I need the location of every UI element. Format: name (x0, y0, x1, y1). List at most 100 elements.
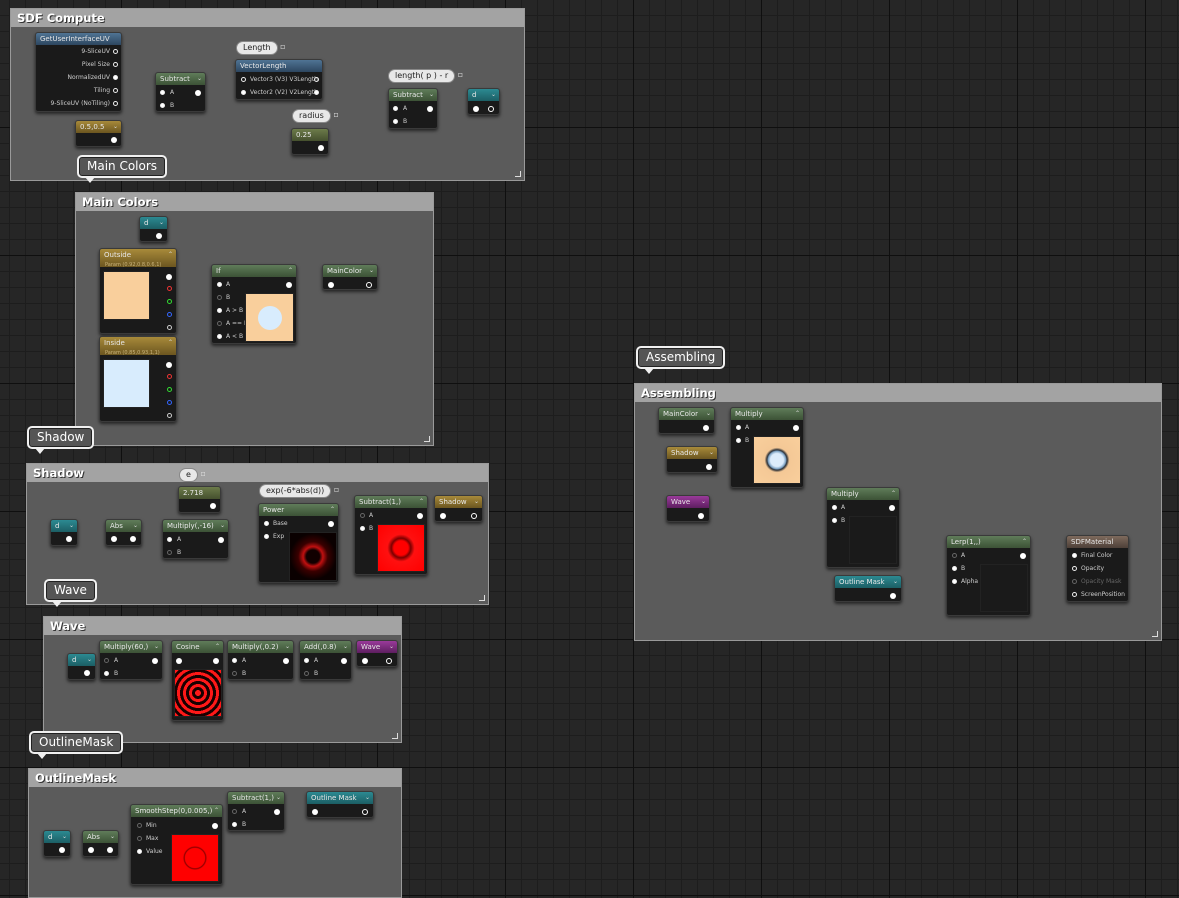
input-pin-base[interactable] (264, 521, 269, 526)
output-pin[interactable] (113, 49, 118, 54)
input-pin-exp[interactable] (264, 534, 269, 539)
node-get-user-interface-uv[interactable]: GetUserInterfaceUV 9-SliceUV Pixel Size … (35, 32, 122, 112)
node-smoothstep[interactable]: SmoothStep(0,0.005,) ⌃ Min Max Value (130, 804, 223, 885)
output-pin[interactable] (1020, 553, 1026, 559)
node-abs[interactable]: Abs ⌄ (105, 519, 142, 546)
output-pin-a[interactable] (167, 325, 172, 330)
input-pin-b[interactable] (232, 822, 237, 827)
node-abs[interactable]: Abs ⌄ (82, 830, 119, 857)
input-pin-b[interactable] (360, 526, 365, 531)
chevron-down-icon[interactable]: ⌄ (69, 520, 74, 532)
output-pin[interactable] (417, 513, 423, 519)
chevron-up-icon[interactable]: ⌃ (168, 249, 173, 261)
output-pin[interactable] (366, 282, 372, 288)
output-pin-r[interactable] (167, 374, 172, 379)
chevron-up-icon[interactable]: ⌃ (419, 496, 424, 508)
node-add[interactable]: Add(,0.8) ⌄ A B (299, 640, 352, 680)
input-pin-b[interactable] (952, 566, 957, 571)
input-pin[interactable] (111, 536, 117, 542)
chevron-down-icon[interactable]: ⌄ (474, 496, 479, 508)
chevron-up-icon[interactable]: ⌃ (168, 337, 173, 349)
node-named-reroute-shadow[interactable]: Shadow ⌄ (666, 446, 718, 473)
node-multiply-02[interactable]: Multiply(,0.2) ⌄ A B (227, 640, 294, 680)
input-pin-a[interactable] (952, 553, 957, 558)
output-pin-b[interactable] (167, 400, 172, 405)
input-pin-b[interactable] (832, 518, 837, 523)
output-pin-b[interactable] (167, 312, 172, 317)
input-pin-b[interactable] (304, 671, 309, 676)
chevron-up-icon[interactable]: ⌃ (214, 805, 219, 817)
output-pin[interactable] (210, 503, 216, 509)
output-pin[interactable] (283, 658, 289, 664)
resize-handle[interactable] (515, 171, 521, 177)
output-pin-a[interactable] (167, 413, 172, 418)
input-pin-screen-position[interactable] (1072, 592, 1077, 597)
output-pin[interactable] (427, 106, 433, 112)
node-named-reroute-d[interactable]: d ⌄ (139, 216, 168, 242)
output-pin[interactable] (213, 658, 219, 664)
chevron-down-icon[interactable]: ⌄ (110, 831, 115, 843)
output-pin[interactable] (318, 145, 324, 151)
input-pin-a[interactable] (167, 537, 172, 542)
output-pin[interactable] (698, 513, 704, 519)
node-material-output[interactable]: SDFMaterial Final Color Opacity Opacity … (1066, 535, 1129, 602)
output-pin[interactable] (152, 658, 158, 664)
input-pin-a[interactable] (304, 658, 309, 663)
bubble-wave[interactable]: Wave (44, 579, 97, 607)
chevron-down-icon[interactable]: ⌄ (365, 792, 370, 804)
node-named-reroute-d[interactable]: d ⌄ (43, 830, 71, 857)
input-pin-alpha[interactable] (952, 579, 957, 584)
node-subtract[interactable]: Subtract(1,) ⌄ A B (227, 791, 285, 831)
chevron-down-icon[interactable]: ⌄ (343, 641, 348, 653)
chevron-down-icon[interactable]: ⌄ (285, 641, 290, 653)
output-pin[interactable] (130, 536, 136, 542)
input-pin[interactable] (440, 513, 446, 519)
chevron-down-icon[interactable]: ⌄ (87, 654, 92, 666)
output-pin[interactable] (341, 658, 347, 664)
chevron-down-icon[interactable]: ⌄ (491, 89, 496, 101)
input-pin-a[interactable] (104, 658, 109, 663)
output-pin[interactable] (66, 536, 72, 542)
input-pin-a[interactable] (360, 513, 365, 518)
output-pin[interactable] (113, 75, 118, 80)
input-pin-b[interactable] (167, 550, 172, 555)
chevron-down-icon[interactable]: ⌄ (701, 496, 706, 508)
bubble-shadow[interactable]: Shadow (27, 426, 95, 454)
node-multiply[interactable]: Multiply ⌃ A B (730, 407, 804, 488)
resize-handle[interactable] (479, 595, 485, 601)
chevron-down-icon[interactable]: ⌄ (429, 89, 434, 101)
input-pin-a-greater-b[interactable] (217, 308, 222, 313)
input-pin-a[interactable] (393, 106, 398, 111)
output-pin[interactable] (314, 77, 319, 82)
input-pin-min[interactable] (137, 823, 142, 828)
output-pin-r[interactable] (167, 286, 172, 291)
output-pin[interactable] (156, 233, 162, 239)
node-power[interactable]: Power ⌃ Base Exp (258, 503, 339, 583)
output-pin[interactable] (111, 137, 117, 143)
node-vector-param-outside[interactable]: Outside ⌃ Param (0.92,0.8,0.6,1) (99, 248, 177, 334)
node-named-reroute-outline-mask[interactable]: Outline Mask ⌄ (306, 791, 374, 818)
bubble-outline-mask[interactable]: OutlineMask (29, 731, 124, 759)
node-named-reroute-wave[interactable]: Wave ⌄ (356, 640, 398, 667)
output-pin[interactable] (107, 847, 113, 853)
input-pin[interactable] (362, 658, 368, 664)
chevron-down-icon[interactable]: ⌄ (62, 831, 67, 843)
input-pin-b[interactable] (217, 295, 222, 300)
resize-handle[interactable] (424, 436, 430, 442)
node-subtract[interactable]: Subtract ⌄ A B (155, 72, 206, 112)
input-pin-a[interactable] (832, 505, 837, 510)
output-pin[interactable] (84, 670, 90, 676)
output-pin[interactable] (328, 521, 334, 527)
output-pin[interactable] (113, 88, 118, 93)
chevron-down-icon[interactable]: ⌄ (220, 520, 225, 532)
resize-handle[interactable] (392, 733, 398, 739)
output-pin-g[interactable] (167, 299, 172, 304)
output-pin[interactable] (889, 505, 895, 511)
chevron-up-icon[interactable]: ⌃ (1022, 536, 1027, 548)
node-subtract[interactable]: Subtract(1,) ⌃ A B (354, 495, 428, 575)
chevron-up-icon[interactable]: ⌃ (330, 504, 335, 516)
comment-pill-e[interactable]: e (179, 468, 206, 482)
input-pin[interactable] (312, 809, 318, 815)
input-pin[interactable] (88, 847, 94, 853)
chevron-up-icon[interactable]: ⌃ (215, 641, 220, 653)
